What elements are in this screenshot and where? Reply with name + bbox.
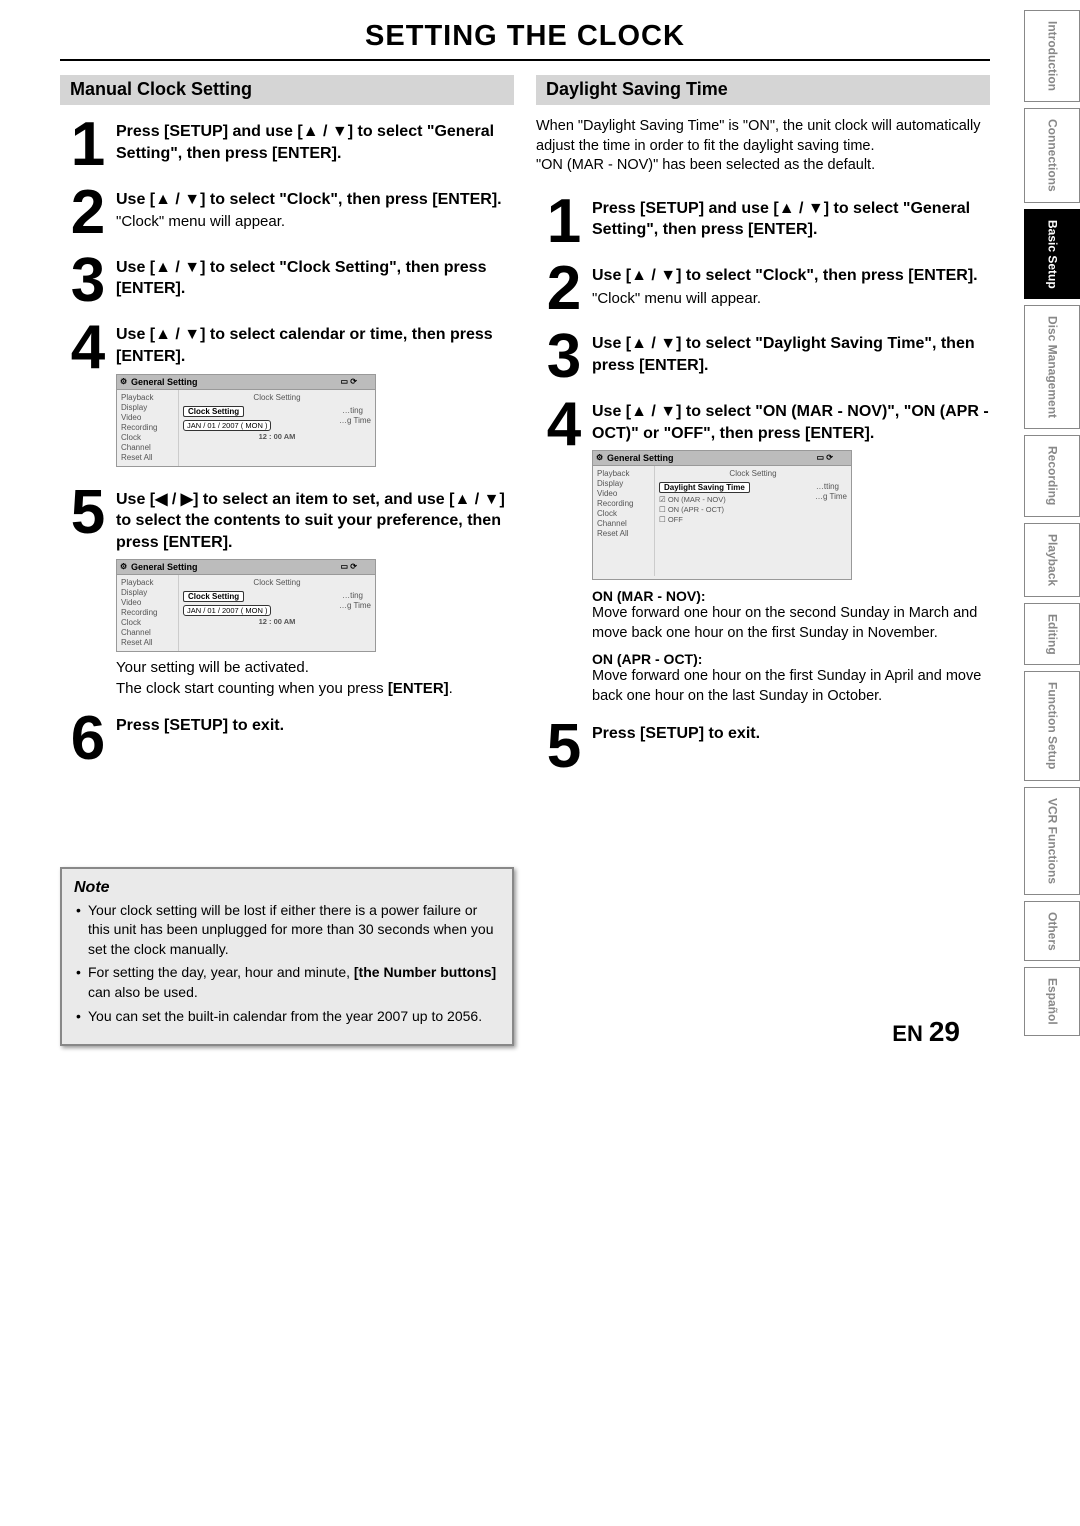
step-subtext: "Clock" menu will appear. xyxy=(116,212,514,232)
note-item: You can set the built-in calendar from t… xyxy=(76,1007,500,1027)
tab-connections[interactable]: Connections xyxy=(1024,108,1080,203)
dst-option-text: Move forward one hour on the second Sund… xyxy=(592,604,990,643)
page-footer: EN29 xyxy=(892,1016,960,1048)
note-box: Note Your clock setting will be lost if … xyxy=(60,867,514,1047)
right-step-4: 4 Use [▲ / ▼] to select "ON (MAR - NOV)"… xyxy=(536,397,990,706)
tab-others[interactable]: Others xyxy=(1024,901,1080,962)
left-step-4: 4 Use [▲ / ▼] to select calendar or time… xyxy=(60,320,514,472)
left-step-6: 6 Press [SETUP] to exit. xyxy=(60,711,514,767)
tab-basic-setup[interactable]: Basic Setup xyxy=(1024,209,1080,300)
dst-intro: When "Daylight Saving Time" is "ON", the… xyxy=(536,117,990,176)
step-number: 3 xyxy=(60,253,116,309)
step-instruction: Use [▲ / ▼] to select "Daylight Saving T… xyxy=(592,333,990,376)
step-instruction: Press [SETUP] to exit. xyxy=(592,723,990,745)
heading-dst: Daylight Saving Time xyxy=(536,75,990,105)
step-number: 2 xyxy=(536,261,592,317)
step-number: 4 xyxy=(536,397,592,453)
tab-function-setup[interactable]: Function Setup xyxy=(1024,671,1080,780)
step-number: 1 xyxy=(60,117,116,173)
note-title: Note xyxy=(74,879,500,897)
step-subtext: Your setting will be activated.The clock… xyxy=(116,658,514,699)
dst-option-head: ON (MAR - NOV): xyxy=(592,588,990,604)
step-number: 1 xyxy=(536,194,592,250)
step-instruction: Use [▲ / ▼] to select "Clock", then pres… xyxy=(116,189,514,211)
tab-introduction[interactable]: Introduction xyxy=(1024,10,1080,102)
dst-option-head: ON (APR - OCT): xyxy=(592,651,990,667)
left-step-3: 3 Use [▲ / ▼] to select "Clock Setting",… xyxy=(60,253,514,309)
side-tabs: Introduction Connections Basic Setup Dis… xyxy=(1024,10,1080,1036)
tab-vcr-functions[interactable]: VCR Functions xyxy=(1024,787,1080,895)
dst-option-text: Move forward one hour on the first Sunda… xyxy=(592,667,990,706)
note-item: For setting the day, year, hour and minu… xyxy=(76,963,500,1002)
step-number: 5 xyxy=(60,485,116,541)
step-instruction: Press [SETUP] and use [▲ / ▼] to select … xyxy=(592,198,990,241)
heading-manual-clock: Manual Clock Setting xyxy=(60,75,514,105)
right-step-1: 1 Press [SETUP] and use [▲ / ▼] to selec… xyxy=(536,194,990,250)
step-instruction: Use [▲ / ▼] to select calendar or time, … xyxy=(116,324,514,367)
step-number: 2 xyxy=(60,185,116,241)
step-number: 4 xyxy=(60,320,116,376)
tab-disc-management[interactable]: Disc Management xyxy=(1024,305,1080,429)
step-instruction: Use [▲ / ▼] to select "Clock", then pres… xyxy=(592,265,990,287)
right-step-2: 2 Use [▲ / ▼] to select "Clock", then pr… xyxy=(536,261,990,317)
title-rule xyxy=(60,59,990,61)
right-step-5: 5 Press [SETUP] to exit. xyxy=(536,719,990,775)
step-number: 5 xyxy=(536,719,592,775)
step-number: 6 xyxy=(60,711,116,767)
tab-espanol[interactable]: Español xyxy=(1024,967,1080,1036)
ui-screenshot-clock-setting: General Setting▭ ⟳ Playback Display Vide… xyxy=(116,374,376,467)
step-instruction: Press [SETUP] to exit. xyxy=(116,715,514,737)
ui-screenshot-clock-setting-2: General Setting▭ ⟳ Playback Display Vide… xyxy=(116,559,376,652)
note-item: Your clock setting will be lost if eithe… xyxy=(76,901,500,960)
tab-playback[interactable]: Playback xyxy=(1024,523,1080,597)
step-subtext: "Clock" menu will appear. xyxy=(592,289,990,309)
page-title: SETTING THE CLOCK xyxy=(60,20,990,53)
col-manual-clock: Manual Clock Setting 1 Press [SETUP] and… xyxy=(60,75,514,1046)
step-instruction: Press [SETUP] and use [▲ / ▼] to select … xyxy=(116,121,514,164)
left-step-2: 2 Use [▲ / ▼] to select "Clock", then pr… xyxy=(60,185,514,241)
tab-recording[interactable]: Recording xyxy=(1024,435,1080,516)
step-instruction: Use [▲ / ▼] to select "Clock Setting", t… xyxy=(116,257,514,300)
step-number: 3 xyxy=(536,329,592,385)
right-step-3: 3 Use [▲ / ▼] to select "Daylight Saving… xyxy=(536,329,990,385)
left-step-1: 1 Press [SETUP] and use [▲ / ▼] to selec… xyxy=(60,117,514,173)
col-dst: Daylight Saving Time When "Daylight Savi… xyxy=(536,75,990,1046)
ui-screenshot-dst: General Setting▭ ⟳ Playback Display Vide… xyxy=(592,450,852,580)
left-step-5: 5 Use [◀ / ▶] to select an item to set, … xyxy=(60,485,514,699)
step-instruction: Use [▲ / ▼] to select "ON (MAR - NOV)", … xyxy=(592,401,990,444)
tab-editing[interactable]: Editing xyxy=(1024,603,1080,666)
step-instruction: Use [◀ / ▶] to select an item to set, an… xyxy=(116,489,514,554)
